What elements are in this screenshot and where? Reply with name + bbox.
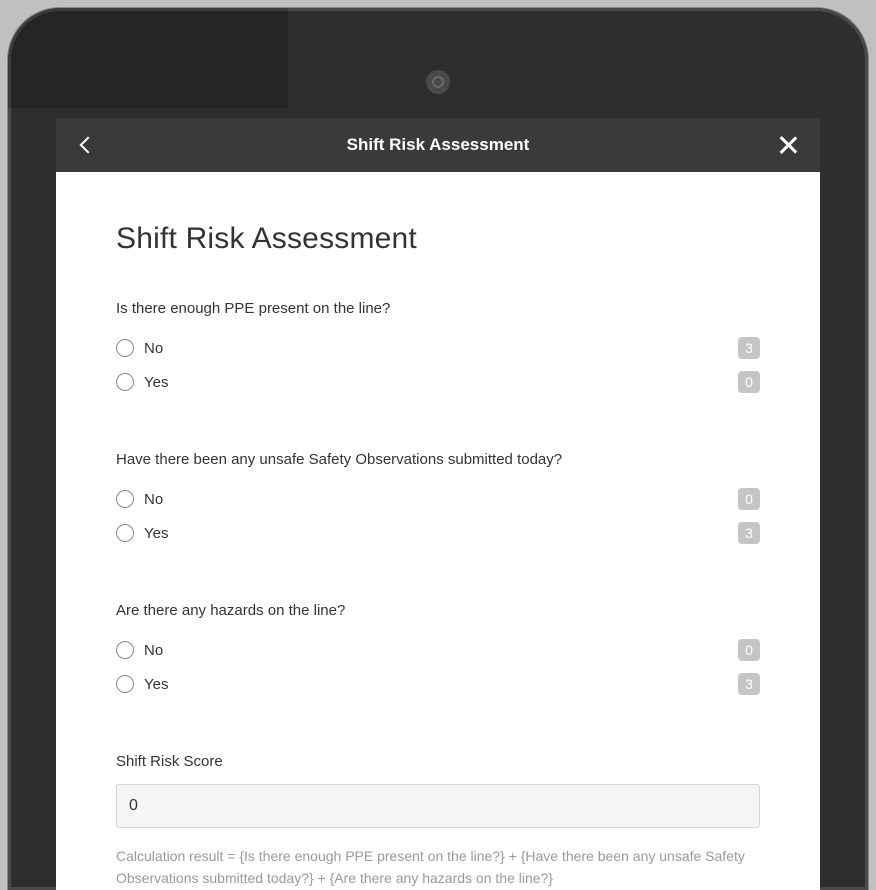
score-badge: 0 <box>738 371 760 393</box>
radio-icon <box>116 373 134 391</box>
app-screen: Shift Risk Assessment Shift Risk Assessm… <box>56 118 820 890</box>
radio-icon <box>116 524 134 542</box>
page-title: Shift Risk Assessment <box>116 222 760 256</box>
radio-icon <box>116 490 134 508</box>
back-button[interactable] <box>74 131 102 159</box>
score-badge: 3 <box>738 522 760 544</box>
question-block: Is there enough PPE present on the line?… <box>116 300 760 399</box>
close-icon <box>778 135 798 155</box>
frame-shadow <box>8 8 288 108</box>
option-label: No <box>144 642 163 659</box>
question-text: Have there been any unsafe Safety Observ… <box>116 451 760 468</box>
question-text: Are there any hazards on the line? <box>116 602 760 619</box>
option-label: Yes <box>144 676 168 693</box>
tablet-frame: Shift Risk Assessment Shift Risk Assessm… <box>8 8 868 890</box>
score-badge: 0 <box>738 488 760 510</box>
option-label: No <box>144 491 163 508</box>
radio-option[interactable]: Yes 3 <box>116 667 760 701</box>
close-button[interactable] <box>774 131 802 159</box>
score-input[interactable] <box>116 784 760 828</box>
radio-icon <box>116 339 134 357</box>
radio-option[interactable]: No 3 <box>116 331 760 365</box>
option-label: No <box>144 340 163 357</box>
score-badge: 0 <box>738 639 760 661</box>
question-text: Is there enough PPE present on the line? <box>116 300 760 317</box>
radio-option[interactable]: No 0 <box>116 633 760 667</box>
radio-icon <box>116 641 134 659</box>
radio-option[interactable]: Yes 0 <box>116 365 760 399</box>
score-section: Shift Risk Score Calculation result = {I… <box>116 753 760 889</box>
option-label: Yes <box>144 525 168 542</box>
score-badge: 3 <box>738 337 760 359</box>
app-header: Shift Risk Assessment <box>56 118 820 172</box>
header-title: Shift Risk Assessment <box>347 135 530 155</box>
radio-icon <box>116 675 134 693</box>
radio-option[interactable]: Yes 3 <box>116 516 760 550</box>
camera-lens-icon <box>432 76 444 88</box>
calculation-description: Calculation result = {Is there enough PP… <box>116 846 760 889</box>
score-label: Shift Risk Score <box>116 753 760 770</box>
form-body: Shift Risk Assessment Is there enough PP… <box>56 172 820 890</box>
score-badge: 3 <box>738 673 760 695</box>
question-block: Have there been any unsafe Safety Observ… <box>116 451 760 550</box>
radio-option[interactable]: No 0 <box>116 482 760 516</box>
question-block: Are there any hazards on the line? No 0 … <box>116 602 760 701</box>
option-label: Yes <box>144 374 168 391</box>
tablet-camera <box>426 70 450 94</box>
chevron-left-icon <box>80 137 97 154</box>
